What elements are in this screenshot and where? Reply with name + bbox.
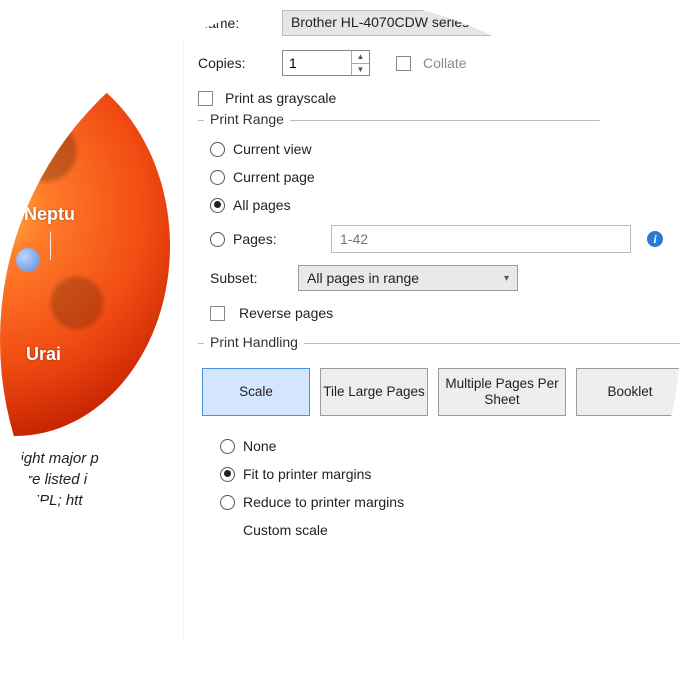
grayscale-label: Print as grayscale [225,90,336,106]
section-marker: TS [0,551,180,566]
sun-image: Su y Venus Neptu s Earth Urai [0,56,170,436]
pages-label: Pages: [233,231,323,247]
planet-dot [0,246,4,274]
document-preview: Su y Venus Neptu s Earth Urai he eight m… [0,45,180,665]
collate-label: Collate [423,55,467,71]
radio-scale-fit[interactable] [220,467,235,482]
print-range-group: Print Range Current view Current page Al… [198,120,680,333]
name-label: Name: [198,15,276,31]
scale-none-label: None [243,438,276,454]
radio-pages[interactable] [210,232,225,247]
radio-scale-none[interactable] [220,439,235,454]
collate-checkbox[interactable] [396,56,411,71]
all-pages-label: All pages [233,197,291,213]
copies-stepper[interactable]: ▲ ▼ [282,50,370,76]
tab-multiple[interactable]: Multiple Pages Per Sheet [438,368,566,416]
subset-value: All pages in range [307,270,419,286]
radio-all-pages[interactable] [210,198,225,213]
scale-fit-label: Fit to printer margins [243,466,371,482]
print-handling-group: Print Handling Scale Tile Large Pages Mu… [198,343,680,558]
radio-current-page[interactable] [210,170,225,185]
planet-label-neptune: Neptu [24,204,75,225]
reverse-label: Reverse pages [239,305,333,321]
subset-select[interactable]: All pages in range ▾ [298,265,518,291]
current-view-label: Current view [233,141,312,157]
copies-input[interactable] [283,51,351,75]
planet-label-venus: Venus [0,204,1,225]
info-icon[interactable]: i [647,231,663,247]
print-handling-title: Print Handling [204,334,304,350]
spin-down-icon[interactable]: ▼ [352,64,369,76]
sun-label: Su [1,86,29,112]
caption: he eight major p ts are listed i SA/JPL;… [0,448,180,511]
reverse-checkbox[interactable] [210,306,225,321]
scale-custom-label: Custom scale [243,522,328,538]
print-range-title: Print Range [204,111,290,127]
radio-current-view[interactable] [210,142,225,157]
tab-tile[interactable]: Tile Large Pages [320,368,428,416]
spin-up-icon[interactable]: ▲ [352,51,369,64]
tab-booklet[interactable]: Booklet [576,368,680,416]
print-dialog: Name: Brother HL-4070CDW series Copies: … [183,0,680,680]
pages-input[interactable] [331,225,631,253]
planet-label-uranus: Urai [26,344,61,365]
chevron-down-icon: ▾ [504,273,509,284]
subset-label: Subset: [210,270,278,286]
current-page-label: Current page [233,169,315,185]
copies-label: Copies: [198,55,276,71]
scale-reduce-label: Reduce to printer margins [243,494,404,510]
planet-dot [16,248,40,272]
printer-select[interactable]: Brother HL-4070CDW series [282,10,680,36]
grayscale-checkbox[interactable] [198,91,213,106]
radio-scale-reduce[interactable] [220,495,235,510]
tab-scale[interactable]: Scale [202,368,310,416]
